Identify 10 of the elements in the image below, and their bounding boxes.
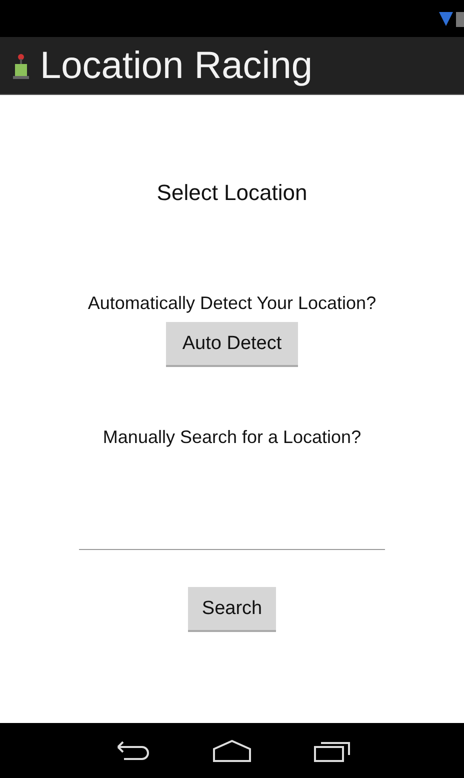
auto-detect-prompt: Automatically Detect Your Location? [88, 293, 376, 314]
search-button[interactable]: Search [188, 587, 276, 632]
heading: Select Location [156, 180, 308, 206]
wifi-icon [439, 12, 453, 26]
battery-icon [456, 10, 464, 26]
app-icon [12, 52, 30, 78]
manual-search-prompt: Manually Search for a Location? [102, 427, 362, 448]
auto-detect-button[interactable]: Auto Detect [166, 322, 298, 367]
app-title: Location Racing [40, 46, 313, 84]
home-icon[interactable] [212, 738, 252, 762]
